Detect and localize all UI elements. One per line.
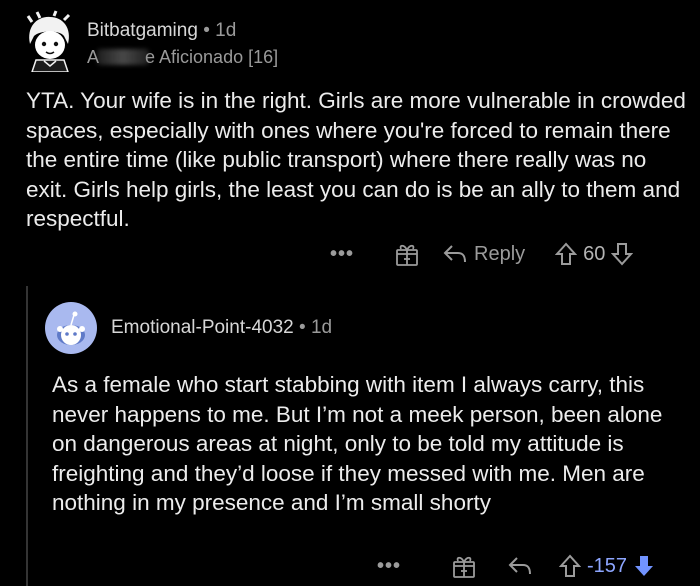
user-avatar[interactable]	[20, 10, 78, 73]
more-options-button[interactable]: •••	[330, 243, 354, 266]
comment-author[interactable]: Bitbatgaming • 1d	[87, 20, 236, 42]
reply-arrow-icon[interactable]	[507, 555, 533, 577]
flair-redacted	[97, 49, 150, 65]
reply-body: As a female who start stabbing with item…	[52, 372, 663, 515]
reply-age: 1d	[310, 317, 333, 338]
comment-body: YTA. Your wife is in the right. Girls ar…	[26, 88, 686, 231]
reply-arrow-icon	[443, 245, 467, 263]
reply-avatar[interactable]	[45, 302, 97, 354]
upvote-icon[interactable]	[555, 242, 578, 266]
thread-line[interactable]	[26, 286, 28, 586]
gift-icon[interactable]	[451, 553, 477, 579]
downvote-icon[interactable]	[611, 242, 634, 266]
meta-separator: •	[203, 20, 210, 41]
upvote-icon[interactable]	[559, 554, 582, 578]
user-flair: Ae Aficionado [16]	[87, 47, 278, 68]
reply-button[interactable]: Reply	[442, 243, 525, 266]
gift-icon[interactable]	[394, 241, 420, 267]
reply-author-name[interactable]: Emotional-Point-4032	[111, 317, 294, 338]
more-options-button[interactable]: •••	[377, 555, 401, 578]
vote-score: -157	[587, 554, 628, 577]
comment-age: 1d	[215, 20, 237, 41]
reply-actions: ••• -157	[377, 550, 655, 582]
reply-author[interactable]: Emotional-Point-4032 • 1d	[111, 317, 332, 339]
vote-score: 60	[583, 242, 606, 265]
author-name[interactable]: Bitbatgaming	[87, 20, 198, 41]
downvote-icon[interactable]	[633, 554, 655, 578]
flair-suffix: e Aficionado [16]	[145, 47, 279, 67]
comment-actions: ••• Reply 60	[330, 238, 634, 270]
meta-separator: •	[299, 317, 306, 338]
reply-label[interactable]: Reply	[474, 243, 525, 266]
